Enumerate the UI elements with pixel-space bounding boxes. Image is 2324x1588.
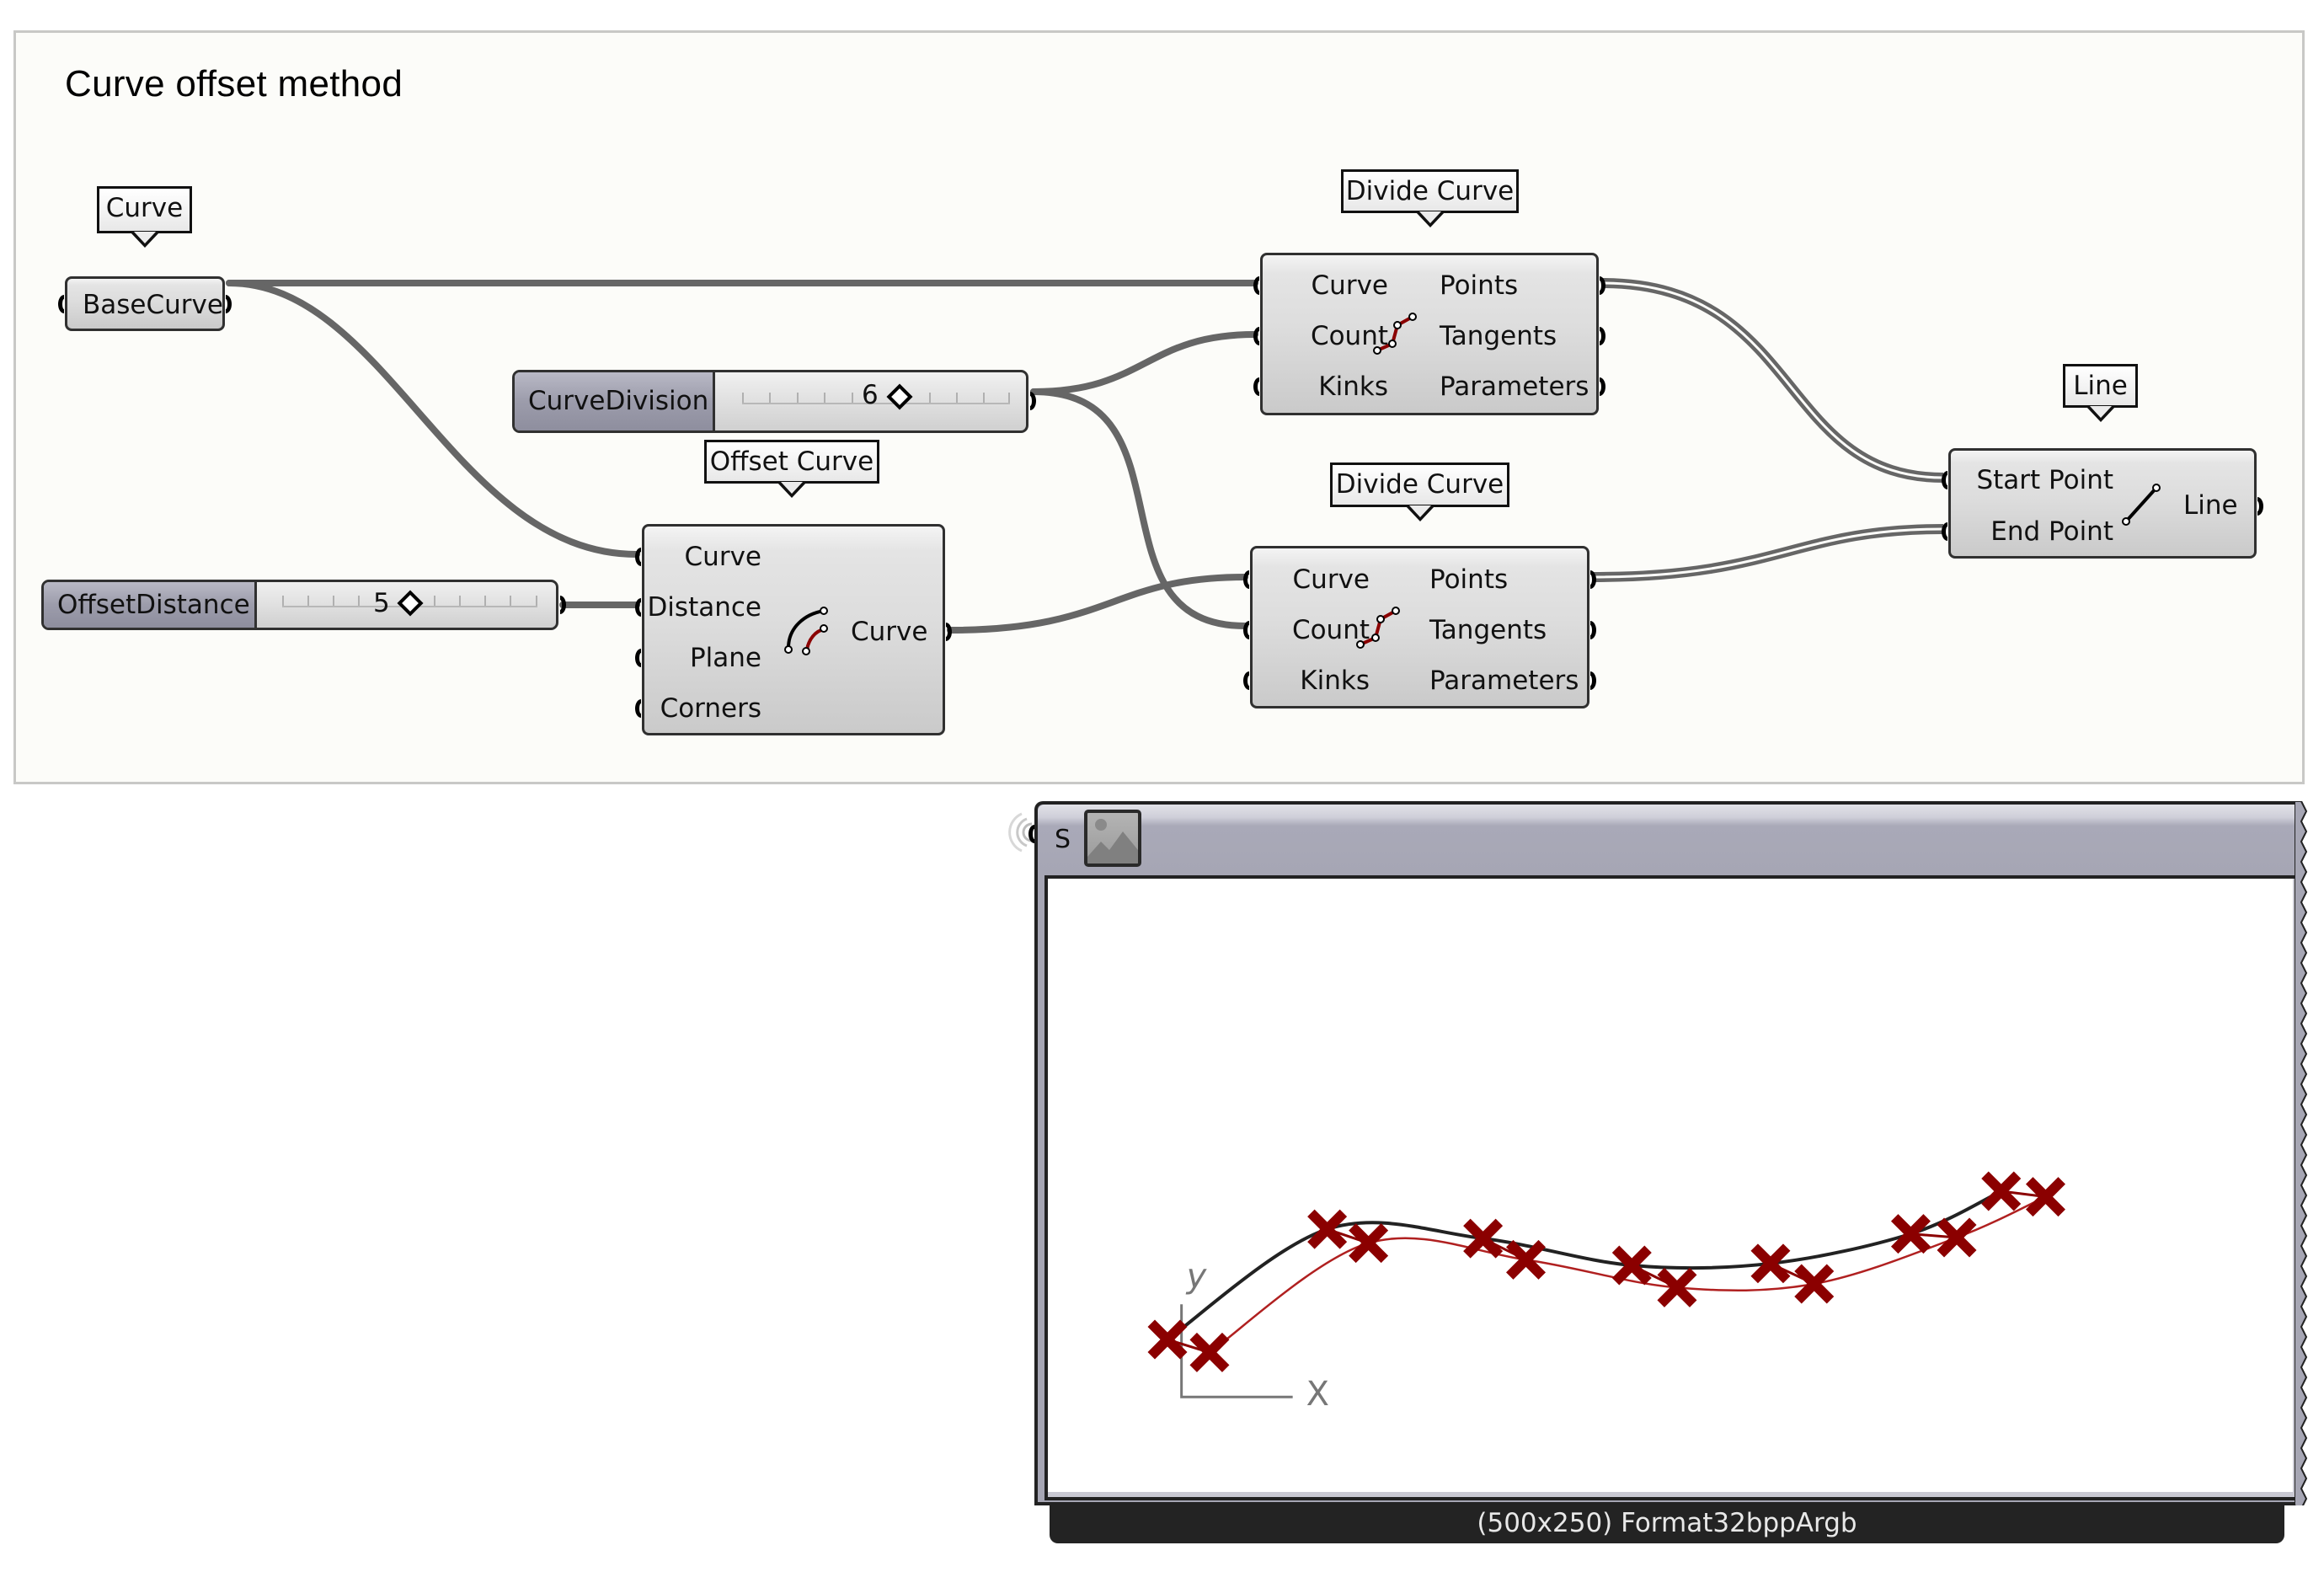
output-label: Tangents <box>1429 615 1547 645</box>
line-icon <box>2122 484 2161 526</box>
divide2-parameters-output-port[interactable] <box>1590 671 1596 690</box>
base-curve <box>1166 1190 2002 1341</box>
output-label: Points <box>1429 564 1509 595</box>
base-point-marker <box>1307 1209 1348 1249</box>
base-point-marker <box>1147 1319 1188 1360</box>
offset-point-marker <box>1506 1239 1546 1280</box>
line-output-port[interactable] <box>2257 497 2263 516</box>
input-label: Curve <box>1311 270 1388 301</box>
divide1-parameters-output-port[interactable] <box>1600 377 1605 396</box>
output-label: Parameters <box>1429 666 1579 696</box>
x-axis-label: X <box>1306 1375 1329 1414</box>
tooltip-text: Offset Curve <box>709 446 874 477</box>
divide-curve-1-component[interactable]: Curve Count Kinks Points Tangents Parame… <box>1253 253 1605 415</box>
y-axis-label: y <box>1186 1257 1208 1296</box>
tooltip-text: Divide Curve <box>1335 469 1504 500</box>
basecurve-label: BaseCurve <box>83 290 223 320</box>
offset-point-marker <box>1189 1332 1230 1372</box>
image-viewer-panel[interactable]: S Xy <box>1028 801 2308 1505</box>
curve-division-value: 6 <box>862 380 879 410</box>
divide2-points-output-port[interactable] <box>1590 570 1596 589</box>
input-label: Corners <box>660 693 761 724</box>
tooltip-text: Divide Curve <box>1345 176 1515 206</box>
input-label: End Point <box>1990 516 2113 547</box>
output-label: Parameters <box>1440 372 1589 402</box>
basecurve-tooltip: Curve <box>97 186 192 248</box>
output-label: Line <box>2183 490 2238 521</box>
input-label: Curve <box>684 542 761 572</box>
offset-point-marker <box>1794 1264 1835 1304</box>
panel-zigzag-edge <box>2295 801 2308 1505</box>
image-preview-canvas: Xy <box>1044 875 2301 1500</box>
curve-division-output-port[interactable] <box>1030 392 1036 410</box>
curve-division-label: CurveDivision <box>515 372 715 430</box>
group-panel[interactable]: Curve offset method <box>13 30 2305 784</box>
offset-curve-output-port[interactable] <box>946 623 952 641</box>
tooltip-text: Curve <box>105 193 184 223</box>
output-label: Curve <box>851 617 928 647</box>
offset-distance-value: 5 <box>373 588 390 618</box>
divide-curve-icon <box>1373 313 1417 355</box>
group-title: Curve offset method <box>65 63 403 104</box>
divide1-points-output-port[interactable] <box>1600 276 1605 295</box>
image-input-label: S <box>1055 825 1071 854</box>
offset-curve-tooltip: Offset Curve <box>704 440 879 498</box>
offset-curve-icon <box>784 607 828 655</box>
output-label: Points <box>1440 270 1519 301</box>
curve-division-slider[interactable]: CurveDivision 6 <box>512 370 1036 433</box>
image-format-footer: (500x250) Format32bppArgb <box>1050 1505 2284 1543</box>
input-label: Kinks <box>1318 372 1388 402</box>
image-input-port[interactable] <box>1028 825 1034 843</box>
divide-curve-icon <box>1356 607 1400 649</box>
image-panel-header[interactable]: S <box>1028 805 2298 875</box>
divide-curve-1-tooltip: Divide Curve <box>1341 169 1519 227</box>
curve-preview: Xy <box>1147 1171 2065 1414</box>
input-label: Plane <box>689 643 761 673</box>
axes-gizmo <box>1180 1304 1293 1398</box>
input-label: Kinks <box>1300 666 1370 696</box>
divide-curve-2-component[interactable]: Curve Count Kinks Points Tangents Parame… <box>1243 546 1596 708</box>
tooltip-text: Line <box>2073 371 2128 401</box>
input-label: Start Point <box>1976 465 2113 495</box>
image-panel-frame: S Xy <box>1028 801 2301 1505</box>
output-label: Tangents <box>1440 321 1557 351</box>
line-tooltip: Line <box>2063 364 2138 422</box>
basecurve-param[interactable]: BaseCurve <box>58 276 232 331</box>
image-icon <box>1084 810 1141 867</box>
offset-distance-slider[interactable]: OffsetDistance 5 <box>41 580 566 630</box>
divide1-tangents-output-port[interactable] <box>1600 327 1605 345</box>
divide2-tangents-output-port[interactable] <box>1590 621 1596 639</box>
offset-distance-label: OffsetDistance <box>44 582 257 628</box>
input-label: Distance <box>647 592 761 623</box>
offset-point-marker <box>1349 1223 1389 1264</box>
line-component[interactable]: Start Point End Point Line <box>1942 448 2263 559</box>
input-label: Curve <box>1292 564 1370 595</box>
divide-curve-2-tooltip: Divide Curve <box>1330 462 1509 521</box>
offset-distance-output-port[interactable] <box>560 596 566 614</box>
offset-curve-component[interactable]: Curve Distance Plane Corners Curve <box>635 524 952 735</box>
